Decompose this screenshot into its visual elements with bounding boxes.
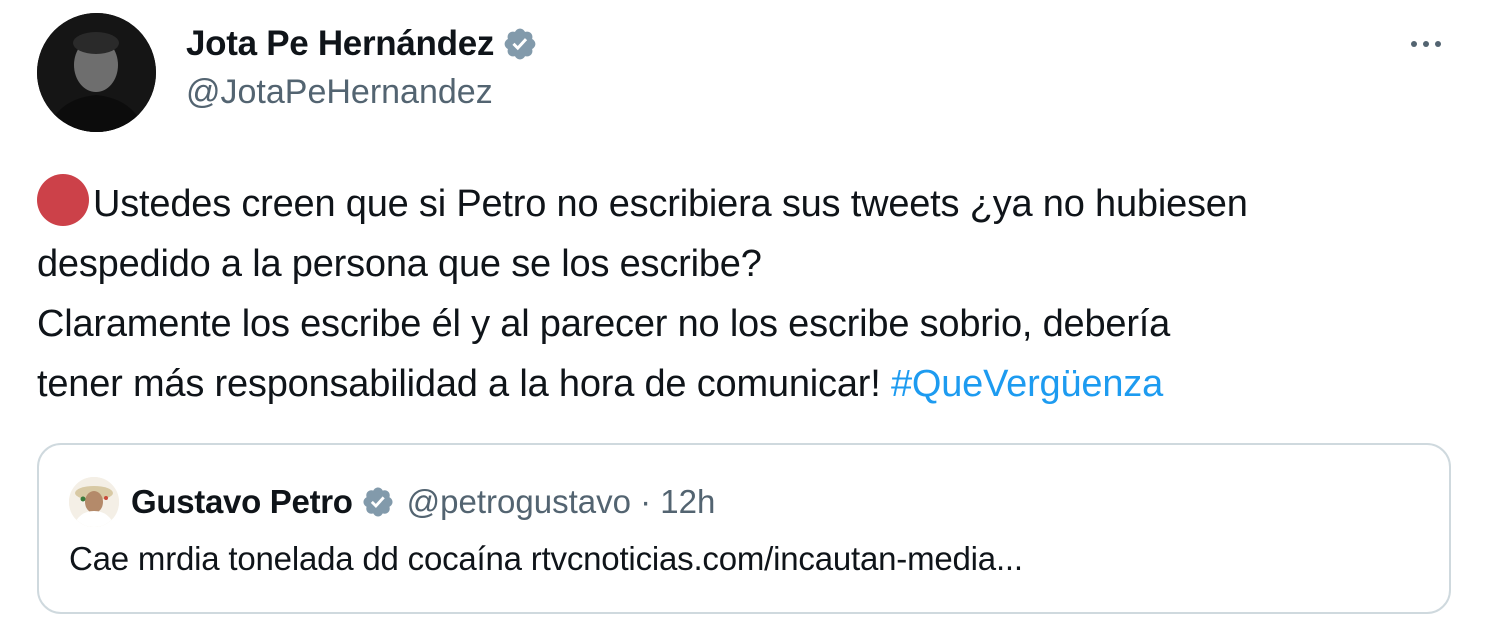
quoted-tweet-header: Gustavo Petro @petrogustavo · 12h — [69, 477, 716, 527]
tweet-text: Ustedes creen que si Petro no escribiera… — [37, 174, 1457, 414]
tweet-card: Jota Pe Hernández @JotaPeHernandez Usted… — [0, 0, 1488, 624]
author-name-row: Jota Pe Hernández — [186, 22, 538, 66]
author-handle[interactable]: @JotaPeHernandez — [186, 73, 493, 112]
tweet-line-1-text: Ustedes creen que si Petro no escribiera… — [93, 183, 1248, 225]
quoted-author-name[interactable]: Gustavo Petro — [131, 483, 353, 521]
quoted-author-avatar[interactable] — [69, 477, 119, 527]
tweet-line-1: Ustedes creen que si Petro no escribiera… — [37, 174, 1457, 234]
hashtag-link[interactable]: #QueVergüenza — [891, 363, 1163, 405]
more-options-icon[interactable] — [1404, 26, 1448, 62]
tweet-line-3: Claramente los escribe él y al parecer n… — [37, 303, 1171, 345]
verified-badge-icon — [502, 26, 538, 62]
tweet-line-4-text: tener más responsabilidad a la hora de c… — [37, 363, 891, 405]
more-dot — [1435, 41, 1441, 47]
red-circle-emoji — [37, 174, 89, 226]
author-avatar[interactable] — [37, 13, 156, 132]
quoted-tweet[interactable]: Gustavo Petro @petrogustavo · 12h Cae mr… — [37, 443, 1451, 614]
verified-badge-icon — [361, 485, 395, 519]
quoted-author-meta[interactable]: @petrogustavo · 12h — [407, 483, 716, 521]
more-dot — [1411, 41, 1417, 47]
more-dot — [1423, 41, 1429, 47]
author-display-name[interactable]: Jota Pe Hernández — [186, 24, 494, 64]
tweet-line-4: tener más responsabilidad a la hora de c… — [37, 354, 1457, 414]
quoted-tweet-text: Cae mrdia tonelada dd cocaína rtvcnotici… — [69, 540, 1023, 577]
tweet-line-2: despedido a la persona que se los escrib… — [37, 243, 762, 285]
